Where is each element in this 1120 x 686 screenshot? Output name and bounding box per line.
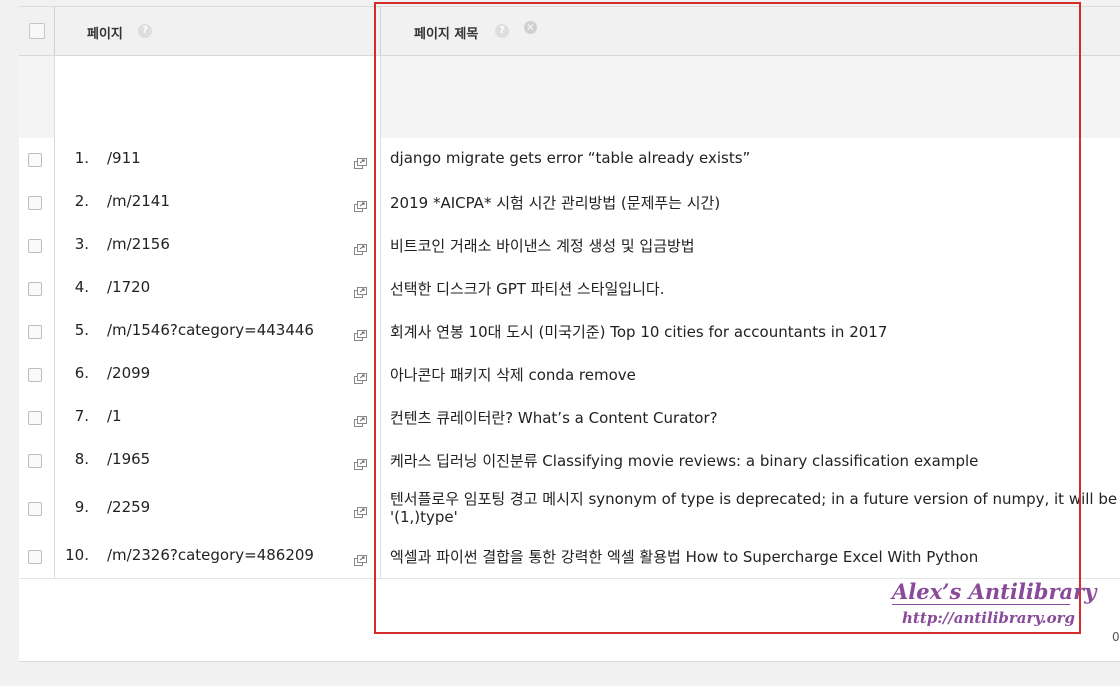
row-number: 8.	[74, 450, 89, 468]
open-external-icon[interactable]	[354, 503, 367, 518]
open-external-icon[interactable]	[354, 412, 367, 427]
row-checkbox[interactable]	[28, 239, 42, 253]
corner-text: 0	[1112, 630, 1120, 644]
row-checkbox-cell	[19, 181, 55, 224]
help-icon[interactable]: ?	[138, 24, 152, 38]
row-checkbox[interactable]	[28, 454, 42, 468]
open-external-icon[interactable]	[354, 455, 367, 470]
open-external-icon[interactable]	[354, 240, 367, 255]
open-external-icon[interactable]	[354, 154, 367, 169]
row-checkbox-cell	[19, 396, 55, 439]
row-number: 2.	[74, 192, 89, 210]
open-external-icon[interactable]	[354, 197, 367, 212]
row-checkbox[interactable]	[28, 368, 42, 382]
row-checkbox[interactable]	[28, 196, 42, 210]
page-path-link[interactable]: /2099	[107, 364, 150, 382]
row-number: 6.	[74, 364, 89, 382]
page-path-link[interactable]: /m/2156	[107, 235, 170, 253]
row-checkbox[interactable]	[28, 550, 42, 564]
row-checkbox-cell	[19, 439, 55, 482]
row-number: 5.	[74, 321, 89, 339]
page-path-link[interactable]: /2259	[107, 498, 150, 516]
row-number: 4.	[74, 278, 89, 296]
page-path-link[interactable]: /m/1546?category=443446	[107, 321, 314, 339]
row-checkbox[interactable]	[28, 411, 42, 425]
row-checkbox-cell	[19, 224, 55, 267]
row-checkbox-cell	[19, 535, 55, 578]
row-checkbox[interactable]	[28, 282, 42, 296]
page-path-link[interactable]: /1720	[107, 278, 150, 296]
watermark-underline	[892, 604, 1070, 605]
open-external-icon[interactable]	[354, 551, 367, 566]
row-number: 1.	[74, 149, 89, 167]
row-checkbox[interactable]	[28, 502, 42, 516]
row-checkbox-cell	[19, 482, 55, 535]
select-all-cell	[19, 7, 55, 55]
open-external-icon[interactable]	[354, 283, 367, 298]
row-number: 7.	[74, 407, 89, 425]
watermark-url: http://antilibrary.org	[902, 609, 1076, 627]
select-all-checkbox[interactable]	[29, 23, 45, 39]
row-checkbox[interactable]	[28, 325, 42, 339]
row-checkbox-cell	[19, 310, 55, 353]
page-path-link[interactable]: /1	[107, 407, 122, 425]
row-checkbox[interactable]	[28, 153, 42, 167]
page-path-link[interactable]: /1965	[107, 450, 150, 468]
page-path-link[interactable]: /m/2141	[107, 192, 170, 210]
row-number: 10.	[65, 546, 89, 564]
row-checkbox-cell	[19, 353, 55, 396]
page-path-link[interactable]: /m/2326?category=486209	[107, 546, 314, 564]
column-header-page[interactable]: 페이지	[87, 23, 123, 42]
row-number: 3.	[74, 235, 89, 253]
row-checkbox-cell	[19, 138, 55, 181]
highlight-box	[374, 2, 1081, 634]
open-external-icon[interactable]	[354, 369, 367, 384]
row-number: 9.	[74, 498, 89, 516]
watermark-name: Alex’s Antilibrary	[892, 579, 1097, 604]
open-external-icon[interactable]	[354, 326, 367, 341]
row-checkbox-cell	[19, 267, 55, 310]
page-path-link[interactable]: /911	[107, 149, 141, 167]
